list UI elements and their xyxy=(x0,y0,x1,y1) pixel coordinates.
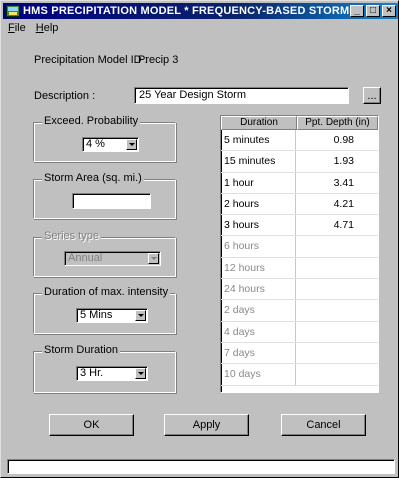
duration-cell: 10 days xyxy=(221,364,296,385)
depth-cell[interactable] xyxy=(296,343,376,363)
description-browse-button[interactable]: ... xyxy=(363,87,381,104)
menu-help[interactable]: Help xyxy=(31,22,64,34)
depth-cell[interactable] xyxy=(296,236,376,256)
depth-cell[interactable] xyxy=(296,322,376,342)
duration-cell: 24 hours xyxy=(221,279,296,300)
depth-cell[interactable]: 4.71 xyxy=(296,215,376,235)
depth-table-header: Duration Ppt. Depth (in) xyxy=(221,116,378,130)
table-row[interactable]: 12 hours xyxy=(221,257,378,280)
table-row[interactable]: 2 hours 4.21 xyxy=(221,193,378,216)
depth-cell[interactable]: 0.98 xyxy=(296,130,376,150)
table-row[interactable]: 15 minutes 1.93 xyxy=(221,151,378,173)
duration-cell: 7 days xyxy=(221,342,296,364)
description-label: Description : xyxy=(34,90,96,102)
series-type-title: Series type xyxy=(42,230,102,242)
menu-help-accel: H xyxy=(35,22,44,34)
table-row[interactable]: 5 minutes 0.98 xyxy=(221,130,378,152)
model-id-value: Precip 3 xyxy=(138,54,179,66)
table-row[interactable]: 3 hours 4.71 xyxy=(221,215,378,237)
menu-help-label: elp xyxy=(43,22,59,34)
table-row[interactable]: 4 days xyxy=(221,321,378,343)
depth-cell[interactable]: 4.21 xyxy=(296,194,376,214)
duration-cell: 15 minutes xyxy=(221,151,296,172)
chevron-down-icon[interactable] xyxy=(126,139,137,150)
series-type-value: Annual xyxy=(68,252,103,264)
depth-cell[interactable] xyxy=(296,364,376,384)
ok-button[interactable]: OK xyxy=(49,414,134,436)
table-row[interactable]: 6 hours xyxy=(221,236,378,258)
exceed-probability-title: Exceed. Probability xyxy=(42,115,141,127)
menu-file-accel: F xyxy=(8,22,15,34)
apply-button[interactable]: Apply xyxy=(164,414,249,436)
depth-cell[interactable] xyxy=(296,279,376,299)
depth-table[interactable]: Duration Ppt. Depth (in) 5 minutes 0.98 15… xyxy=(220,115,379,393)
duration-cell: 3 hours xyxy=(221,215,296,236)
exceed-probability-value: 4 % xyxy=(86,138,105,150)
series-type-select: Annual xyxy=(64,251,161,266)
description-input[interactable]: 25 Year Design Storm xyxy=(134,87,349,104)
model-id-label: Precipitation Model ID : xyxy=(34,54,148,66)
chevron-down-icon[interactable] xyxy=(135,368,146,379)
storm-area-input[interactable] xyxy=(72,193,151,209)
depth-cell[interactable]: 1.93 xyxy=(296,151,376,171)
chevron-down-icon xyxy=(148,253,159,264)
table-row[interactable]: 1 hour 3.41 xyxy=(221,172,378,194)
depth-cell[interactable] xyxy=(296,300,376,320)
window-title: HMS PRECIPITATION MODEL * FREQUENCY-BASE… xyxy=(23,5,350,17)
table-row[interactable]: 7 days xyxy=(221,342,378,365)
storm-area-title: Storm Area (sq. mi.) xyxy=(42,172,144,184)
title-bar[interactable]: HMS PRECIPITATION MODEL * FREQUENCY-BASE… xyxy=(3,3,398,19)
chevron-down-icon[interactable] xyxy=(135,310,146,321)
menu-bar: File Help xyxy=(3,20,63,36)
duration-cell: 4 days xyxy=(221,321,296,342)
maximize-button[interactable]: □ xyxy=(366,5,380,17)
close-button[interactable]: × xyxy=(382,5,396,17)
max-intensity-title: Duration of max. intensity xyxy=(42,286,171,298)
max-intensity-value: 5 Mins xyxy=(80,309,113,321)
column-header-depth[interactable]: Ppt. Depth (in) xyxy=(297,116,378,130)
duration-cell: 1 hour xyxy=(221,172,296,193)
storm-area-group: Storm Area (sq. mi.) xyxy=(33,172,176,219)
depth-cell[interactable]: 3.41 xyxy=(296,173,376,193)
depth-table-body: 5 minutes 0.98 15 minutes 1.93 1 hour 3.41 2 h… xyxy=(221,130,378,386)
max-intensity-group: Duration of max. intensity 5 Mins xyxy=(33,286,176,334)
column-header-duration[interactable]: Duration xyxy=(221,116,297,130)
menu-file-label: ile xyxy=(14,22,26,34)
table-row[interactable]: 24 hours xyxy=(221,279,378,301)
table-row[interactable]: 10 days xyxy=(221,364,378,386)
max-intensity-select[interactable]: 5 Mins xyxy=(76,308,148,323)
table-row[interactable]: 2 days xyxy=(221,300,378,322)
exceed-probability-group: Exceed. Probability 4 % xyxy=(33,115,176,162)
minimize-button[interactable]: _ xyxy=(350,5,364,17)
storm-duration-value: 3 Hr. xyxy=(80,367,104,379)
storm-duration-group: Storm Duration 3 Hr. xyxy=(33,344,176,393)
window-controls: _ □ × xyxy=(348,5,396,17)
duration-cell: 6 hours xyxy=(221,236,296,257)
app-icon xyxy=(6,5,20,17)
main-window: HMS PRECIPITATION MODEL * FREQUENCY-BASE… xyxy=(0,0,399,478)
series-type-group: Series type Annual xyxy=(33,230,176,277)
menu-file[interactable]: File xyxy=(3,22,31,34)
storm-duration-title: Storm Duration xyxy=(42,344,120,356)
cancel-button[interactable]: Cancel xyxy=(281,414,366,436)
duration-cell: 2 days xyxy=(221,300,296,321)
status-bar xyxy=(7,459,395,474)
duration-cell: 2 hours xyxy=(221,193,296,215)
duration-cell: 12 hours xyxy=(221,257,296,279)
duration-cell: 5 minutes xyxy=(221,130,296,151)
exceed-probability-select[interactable]: 4 % xyxy=(82,137,139,152)
storm-duration-select[interactable]: 3 Hr. xyxy=(76,366,148,381)
depth-cell[interactable] xyxy=(296,258,376,278)
